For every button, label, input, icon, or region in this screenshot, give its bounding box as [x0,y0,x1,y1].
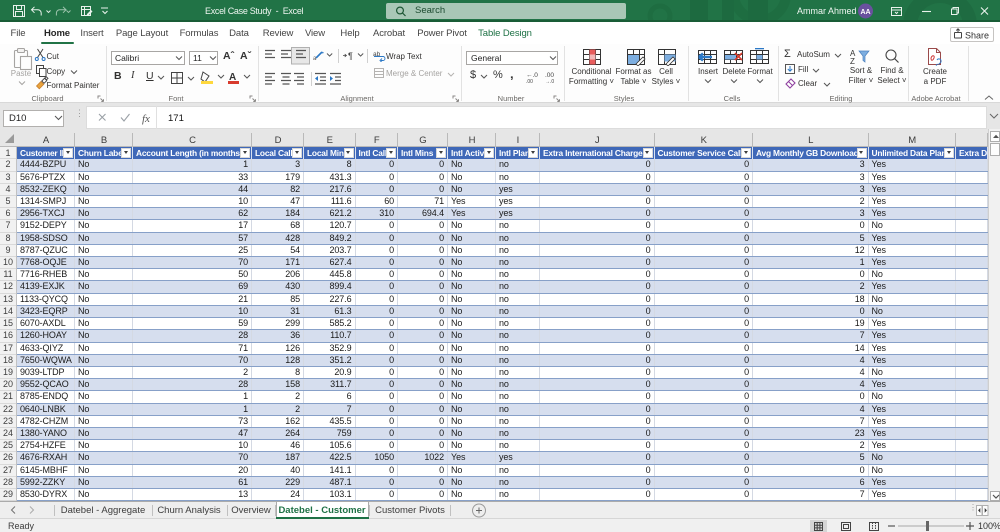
svg-text:ab: ab [373,51,381,58]
svg-text:fx: fx [142,113,150,125]
svg-text:→.0: →.0 [545,79,554,85]
svg-text:Share: Share [965,31,989,41]
svg-text:Z: Z [850,57,855,65]
svg-text:←.0: ←.0 [526,72,538,79]
svg-text:AA: AA [860,9,870,16]
svg-text:¶: ¶ [348,51,353,61]
svg-text:.00: .00 [545,72,554,79]
svg-text:.00: .00 [526,79,533,85]
